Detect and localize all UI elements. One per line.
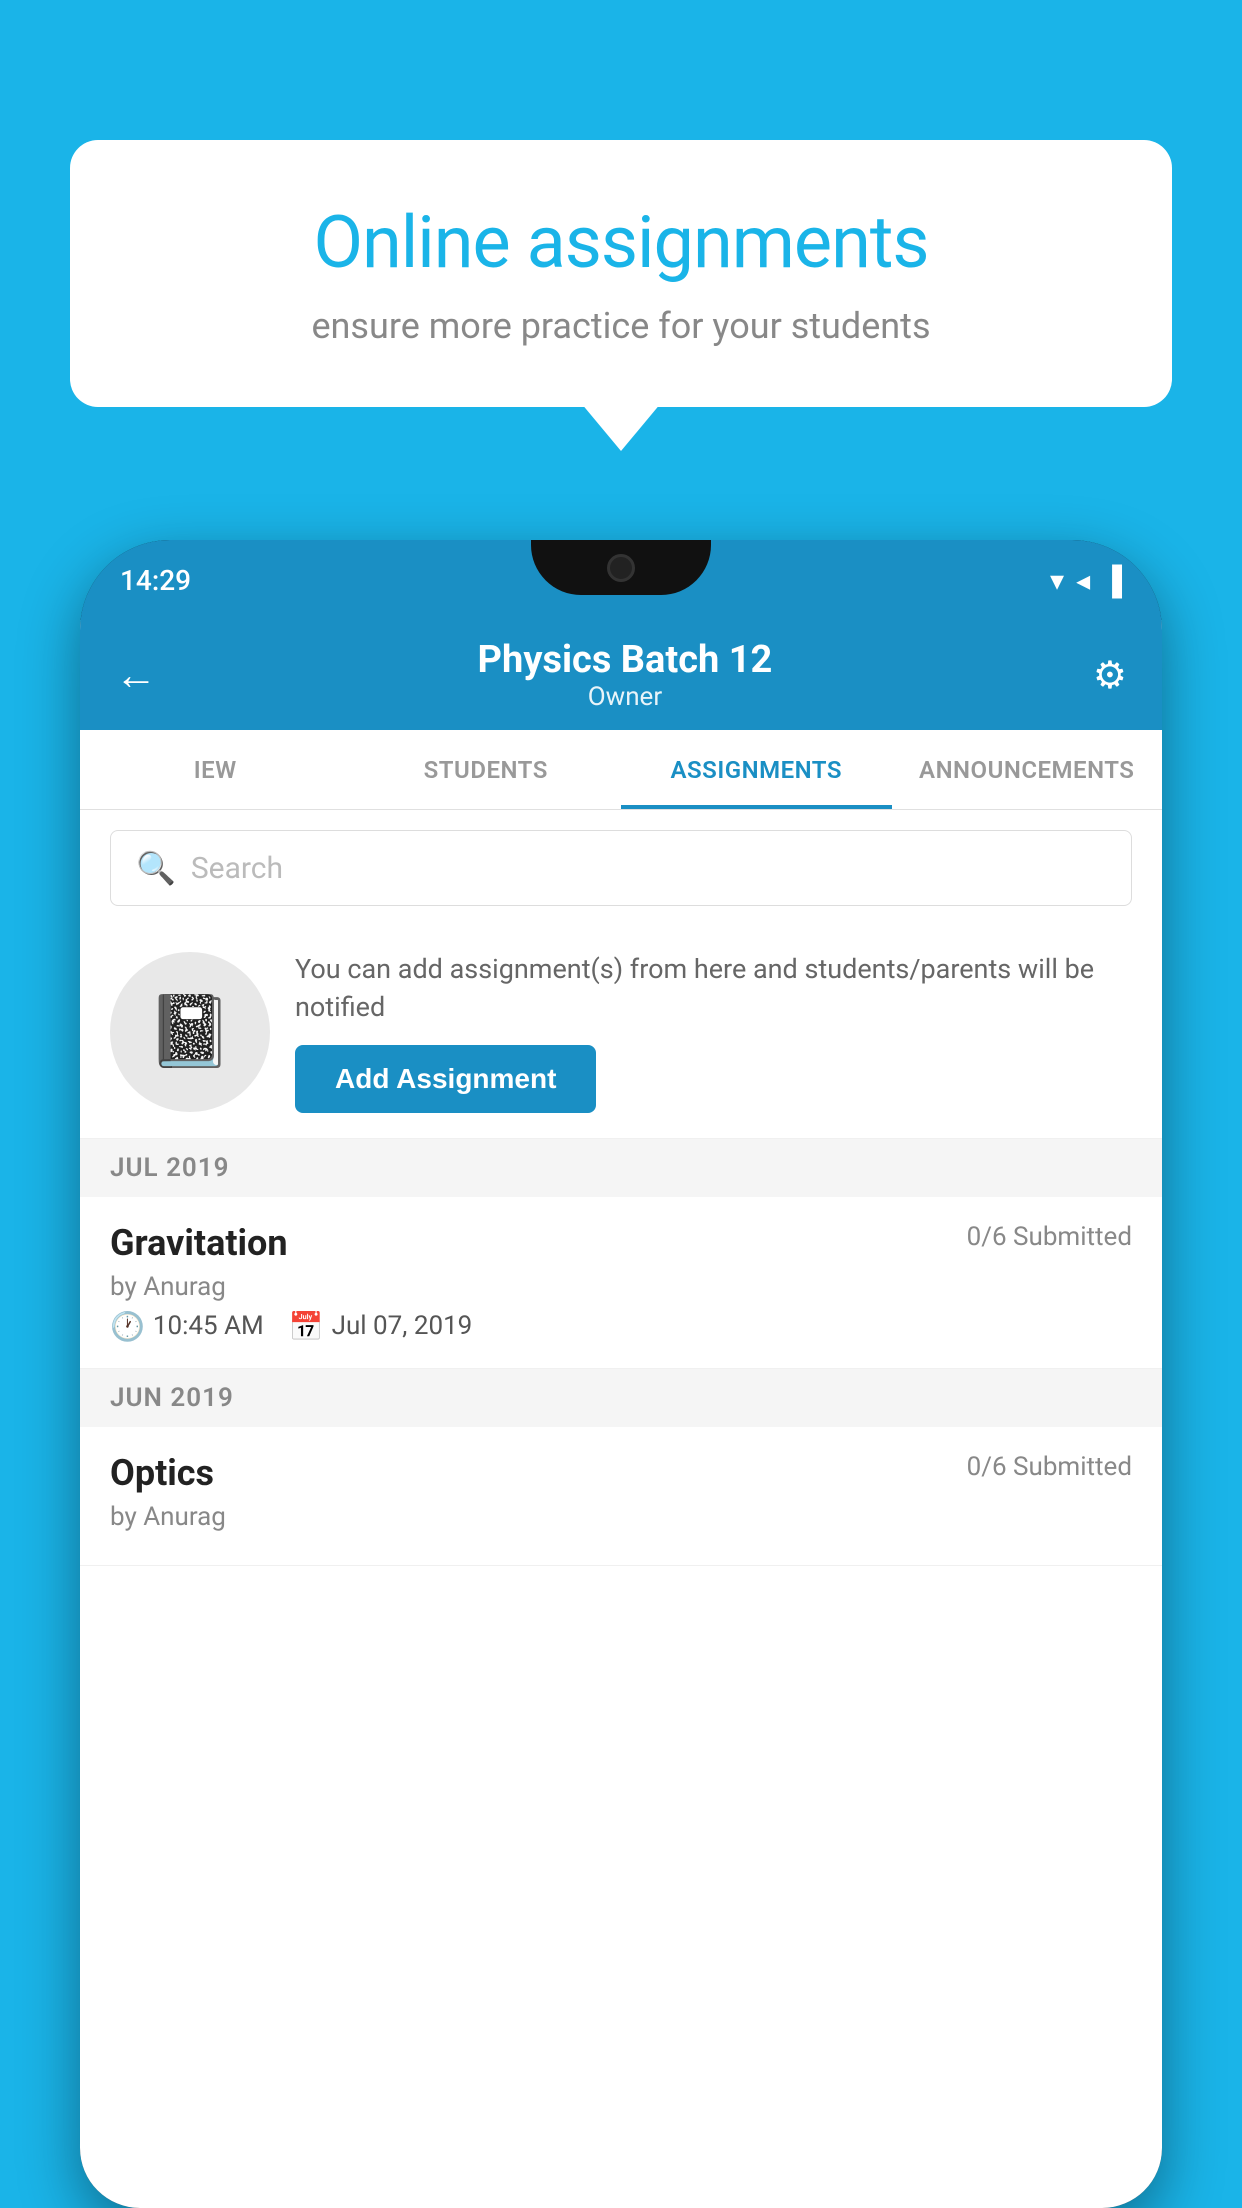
assignment-item-gravitation[interactable]: Gravitation 0/6 Submitted by Anurag 🕐 10… [80,1197,1162,1369]
settings-icon[interactable]: ⚙ [1093,653,1127,698]
notebook-icon: 📓 [146,991,233,1073]
status-time: 14:29 [120,564,191,597]
info-description: You can add assignment(s) from here and … [295,951,1132,1027]
tab-assignments[interactable]: ASSIGNMENTS [621,730,892,809]
search-placeholder: Search [191,851,283,886]
tab-announcements[interactable]: ANNOUNCEMENTS [892,730,1163,809]
app-header: ← Physics Batch 12 Owner ⚙ [80,620,1162,730]
calendar-icon: 📅 [289,1310,324,1343]
notebook-circle: 📓 [110,952,270,1112]
camera [607,554,635,582]
tab-iew[interactable]: IEW [80,730,351,809]
assignment-submitted: 0/6 Submitted [967,1222,1132,1252]
battery-icon: ▐ [1102,564,1122,597]
assignment-top-row: Gravitation 0/6 Submitted [110,1222,1132,1264]
assignment-author-optics: by Anurag [110,1502,1132,1532]
speech-bubble: Online assignments ensure more practice … [70,140,1172,407]
tabs-bar: IEW STUDENTS ASSIGNMENTS ANNOUNCEMENTS [80,730,1162,810]
bubble-title: Online assignments [140,200,1102,285]
search-bar: 🔍 Search [80,810,1162,926]
assignment-top-row-optics: Optics 0/6 Submitted [110,1452,1132,1494]
clock-icon: 🕐 [110,1310,145,1343]
phone-frame: 14:29 ▾ ◂ ▐ ← Physics Batch 12 Owner ⚙ I… [80,540,1162,2208]
phone-content: ← Physics Batch 12 Owner ⚙ IEW STUDENTS … [80,620,1162,2208]
assignment-name-optics: Optics [110,1452,214,1494]
assignment-submitted-optics: 0/6 Submitted [967,1452,1132,1482]
status-icons: ▾ ◂ ▐ [1050,564,1122,597]
bubble-subtitle: ensure more practice for your students [140,305,1102,347]
assignment-meta: 🕐 10:45 AM 📅 Jul 07, 2019 [110,1310,1132,1343]
assignment-author: by Anurag [110,1272,1132,1302]
status-bar: 14:29 ▾ ◂ ▐ [80,540,1162,620]
info-card: 📓 You can add assignment(s) from here an… [80,926,1162,1139]
month-header-jun: JUN 2019 [80,1369,1162,1427]
info-text-area: You can add assignment(s) from here and … [295,951,1132,1113]
assignment-date: 📅 Jul 07, 2019 [289,1310,473,1343]
month-header-jul: JUL 2019 [80,1139,1162,1197]
notch [531,540,711,595]
wifi-icon: ▾ [1050,564,1064,597]
header-subtitle: Owner [478,682,773,712]
header-center: Physics Batch 12 Owner [478,638,773,712]
signal-icon: ◂ [1076,564,1090,597]
tab-students[interactable]: STUDENTS [351,730,622,809]
add-assignment-button[interactable]: Add Assignment [295,1045,596,1113]
assignment-time: 🕐 10:45 AM [110,1310,264,1343]
back-button[interactable]: ← [115,651,157,700]
search-input-container[interactable]: 🔍 Search [110,830,1132,906]
speech-bubble-area: Online assignments ensure more practice … [70,140,1172,407]
assignment-name: Gravitation [110,1222,288,1264]
assignment-item-optics[interactable]: Optics 0/6 Submitted by Anurag [80,1427,1162,1566]
search-icon: 🔍 [136,849,176,887]
header-title: Physics Batch 12 [478,638,773,682]
